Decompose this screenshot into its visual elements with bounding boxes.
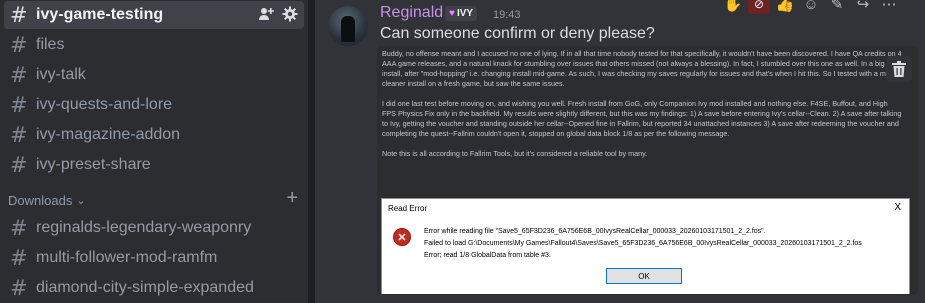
- text-channel-icon: #: [10, 245, 28, 270]
- server-tag-label: IVY: [456, 8, 474, 19]
- text-channel-icon: #: [10, 215, 28, 240]
- error-message: Error while reading file "Save5_65F3D236…: [424, 226, 862, 262]
- edit-icon[interactable]: ✎: [826, 0, 848, 14]
- attachment-text: Buddy, no offense meant and I accused no…: [382, 49, 902, 169]
- channel-files[interactable]: # files: [4, 31, 304, 59]
- channel-label: reginalds-legendary-weaponry: [36, 219, 252, 236]
- plus-icon[interactable]: +: [286, 187, 298, 210]
- dialog-body: ✕ Error while reading file "Save5_65F3D2…: [382, 219, 909, 294]
- message-timestamp: 19:43: [493, 9, 521, 21]
- channel-ivy-game-testing[interactable]: # ivy-game-testing: [4, 1, 304, 29]
- text-channel-icon: #: [10, 152, 28, 177]
- attachment-paragraph: Note this is all according to Fallrim To…: [382, 149, 648, 158]
- add-member-icon[interactable]: [258, 6, 274, 27]
- error-icon: ✕: [393, 228, 411, 246]
- message-text: Can someone confirm or deny please?: [380, 25, 655, 42]
- channel-label: ivy-preset-share: [36, 156, 151, 173]
- channel-sidebar: # ivy-game-testing # files # ivy-talk # …: [0, 0, 308, 303]
- channel-diamond-city-simple-expanded[interactable]: # diamond-city-simple-expanded: [4, 274, 304, 302]
- channel-reginalds-legendary-weaponry[interactable]: # reginalds-legendary-weaponry: [4, 214, 304, 242]
- text-channel-icon: #: [10, 2, 28, 27]
- channel-label: ivy-talk: [36, 66, 86, 83]
- hand-emoji-icon[interactable]: ✋: [722, 0, 744, 14]
- error-line: Error; read 1/8 GlobalData from table #3…: [424, 252, 551, 259]
- channel-ivy-magazine-addon[interactable]: # ivy-magazine-addon: [4, 121, 304, 149]
- chevron-down-icon: ⌄: [76, 194, 86, 207]
- text-channel-icon: #: [10, 122, 28, 147]
- error-line: Error while reading file "Save5_65F3D236…: [424, 228, 766, 235]
- username[interactable]: Reginald: [380, 4, 443, 22]
- reply-icon[interactable]: ↪: [852, 0, 874, 14]
- text-channel-icon: #: [10, 275, 28, 300]
- error-line: Failed to load G:\Documents\My Games\Fal…: [424, 240, 862, 247]
- channel-label: multi-follower-mod-ramfm: [36, 249, 218, 266]
- channel-label: ivy-game-testing: [36, 6, 164, 23]
- add-reaction-icon[interactable]: ☺: [800, 0, 822, 14]
- attachment-paragraph: Buddy, no offense meant and I accused no…: [382, 49, 902, 88]
- channel-ivy-quests-and-lore[interactable]: # ivy-quests-and-lore: [4, 91, 304, 119]
- server-tag[interactable]: ♥ IVY: [445, 6, 478, 21]
- trash-icon[interactable]: [886, 56, 912, 82]
- category-downloads[interactable]: Downloads ⌄ +: [8, 187, 304, 210]
- channel-label: diamond-city-simple-expanded: [36, 279, 254, 296]
- dialog-title: Read Error: [382, 199, 909, 219]
- channel-ivy-preset-share[interactable]: # ivy-preset-share: [4, 151, 304, 179]
- category-label: Downloads: [8, 192, 73, 208]
- text-channel-icon: #: [10, 62, 28, 87]
- thumbs-emoji-icon[interactable]: 👍: [774, 0, 796, 14]
- heart-icon: ♥: [449, 8, 455, 19]
- channel-label: ivy-magazine-addon: [36, 126, 181, 143]
- text-channel-icon: #: [10, 92, 28, 117]
- avatar[interactable]: [328, 6, 368, 46]
- message-action-bar: ✋ ⊘ 👍 ☺ ✎ ↪ ⋯: [718, 0, 925, 14]
- more-icon[interactable]: ⋯: [878, 0, 900, 14]
- blocked-emoji-icon[interactable]: ⊘: [748, 0, 770, 14]
- channel-multi-follower-mod-ramfm[interactable]: # multi-follower-mod-ramfm: [4, 244, 304, 272]
- channel-label: files: [36, 36, 65, 53]
- ok-button: OK: [606, 268, 682, 284]
- channel-label: ivy-quests-and-lore: [36, 96, 173, 113]
- sidebar-divider: [308, 0, 315, 303]
- read-error-dialog: Read Error X ✕ Error while reading file …: [381, 198, 910, 294]
- gear-icon[interactable]: [282, 6, 298, 27]
- attachment-paragraph: I did one last test before moving on, an…: [382, 99, 902, 138]
- channel-ivy-talk[interactable]: # ivy-talk: [4, 61, 304, 89]
- close-icon: X: [894, 202, 901, 213]
- text-channel-icon: #: [10, 32, 28, 57]
